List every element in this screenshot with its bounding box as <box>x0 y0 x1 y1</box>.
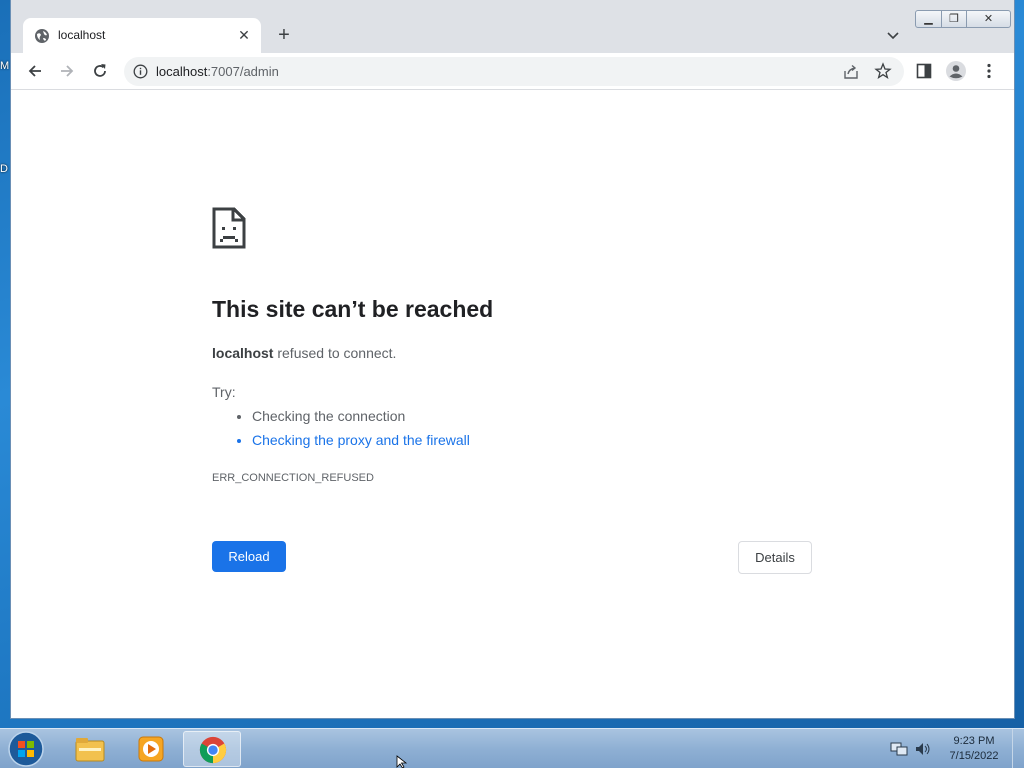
show-desktop-button[interactable] <box>1012 729 1024 768</box>
minimize-button[interactable]: ▁ <box>915 10 942 28</box>
url-text[interactable]: localhost:7007/admin <box>156 64 279 79</box>
chevron-down-icon[interactable] <box>884 26 902 44</box>
clock-time: 9:23 PM <box>953 735 995 747</box>
error-code: ERR_CONNECTION_REFUSED <box>212 472 374 484</box>
browser-window: localhost ✕ + ▁ ❐ ✕ localhost:7007/admin… <box>11 0 1014 718</box>
system-clock[interactable]: 9:23 PM 7/15/2022 <box>944 734 1004 764</box>
error-description: localhost refused to connect. <box>212 345 396 361</box>
explorer-icon <box>75 738 105 762</box>
suggestion-list: Checking the connection Checking the pro… <box>252 408 470 456</box>
media-player-icon <box>138 736 164 762</box>
page-title: This site can’t be reached <box>212 296 494 322</box>
browser-toolbar: localhost:7007/admin <box>11 53 1014 90</box>
chrome-icon <box>199 736 227 764</box>
close-tab-icon[interactable]: ✕ <box>235 26 253 44</box>
mouse-cursor-icon <box>396 755 408 768</box>
side-panel-icon[interactable] <box>914 61 934 81</box>
back-icon[interactable] <box>25 61 45 81</box>
suggestion-check-connection: Checking the connection <box>252 408 470 424</box>
menu-kebab-icon[interactable] <box>979 61 999 81</box>
new-tab-icon[interactable]: + <box>273 24 295 46</box>
start-button[interactable] <box>6 730 46 768</box>
close-window-button[interactable]: ✕ <box>966 10 1011 28</box>
host-name: localhost <box>212 345 274 361</box>
info-icon[interactable] <box>133 64 148 79</box>
error-page: This site can’t be reached localhost ref… <box>11 90 1014 718</box>
error-description-text: refused to connect. <box>273 345 397 361</box>
suggestion-item: Checking the proxy and the firewall <box>252 432 470 448</box>
profile-avatar-icon[interactable] <box>945 60 967 82</box>
desktop-icon-fragment: M <box>0 60 10 72</box>
details-button[interactable]: Details <box>738 541 812 574</box>
taskbar-explorer[interactable] <box>61 731 119 767</box>
desktop-icon-fragment: D <box>0 163 8 175</box>
proxy-firewall-link[interactable]: Checking the proxy and the firewall <box>252 432 470 448</box>
volume-icon[interactable] <box>914 741 932 757</box>
bookmark-star-icon[interactable] <box>874 62 892 80</box>
reload-icon[interactable] <box>90 61 110 81</box>
taskbar-chrome[interactable] <box>183 731 241 767</box>
clock-date: 7/15/2022 <box>949 750 999 762</box>
address-bar[interactable]: localhost:7007/admin <box>124 57 904 86</box>
network-icon[interactable] <box>890 741 908 757</box>
reload-button[interactable]: Reload <box>212 541 286 572</box>
taskbar: 9:23 PM 7/15/2022 <box>0 728 1024 768</box>
maximize-button[interactable]: ❐ <box>941 10 967 28</box>
forward-icon[interactable] <box>57 61 77 81</box>
browser-tab[interactable]: localhost ✕ <box>23 18 261 53</box>
globe-icon <box>35 29 49 43</box>
try-label: Try: <box>212 384 236 400</box>
share-icon[interactable] <box>842 63 860 81</box>
sad-document-icon <box>212 207 246 249</box>
tab-title: localhost <box>58 28 106 42</box>
taskbar-media-player[interactable] <box>122 731 180 767</box>
title-bar: localhost ✕ + ▁ ❐ ✕ <box>11 0 1014 53</box>
